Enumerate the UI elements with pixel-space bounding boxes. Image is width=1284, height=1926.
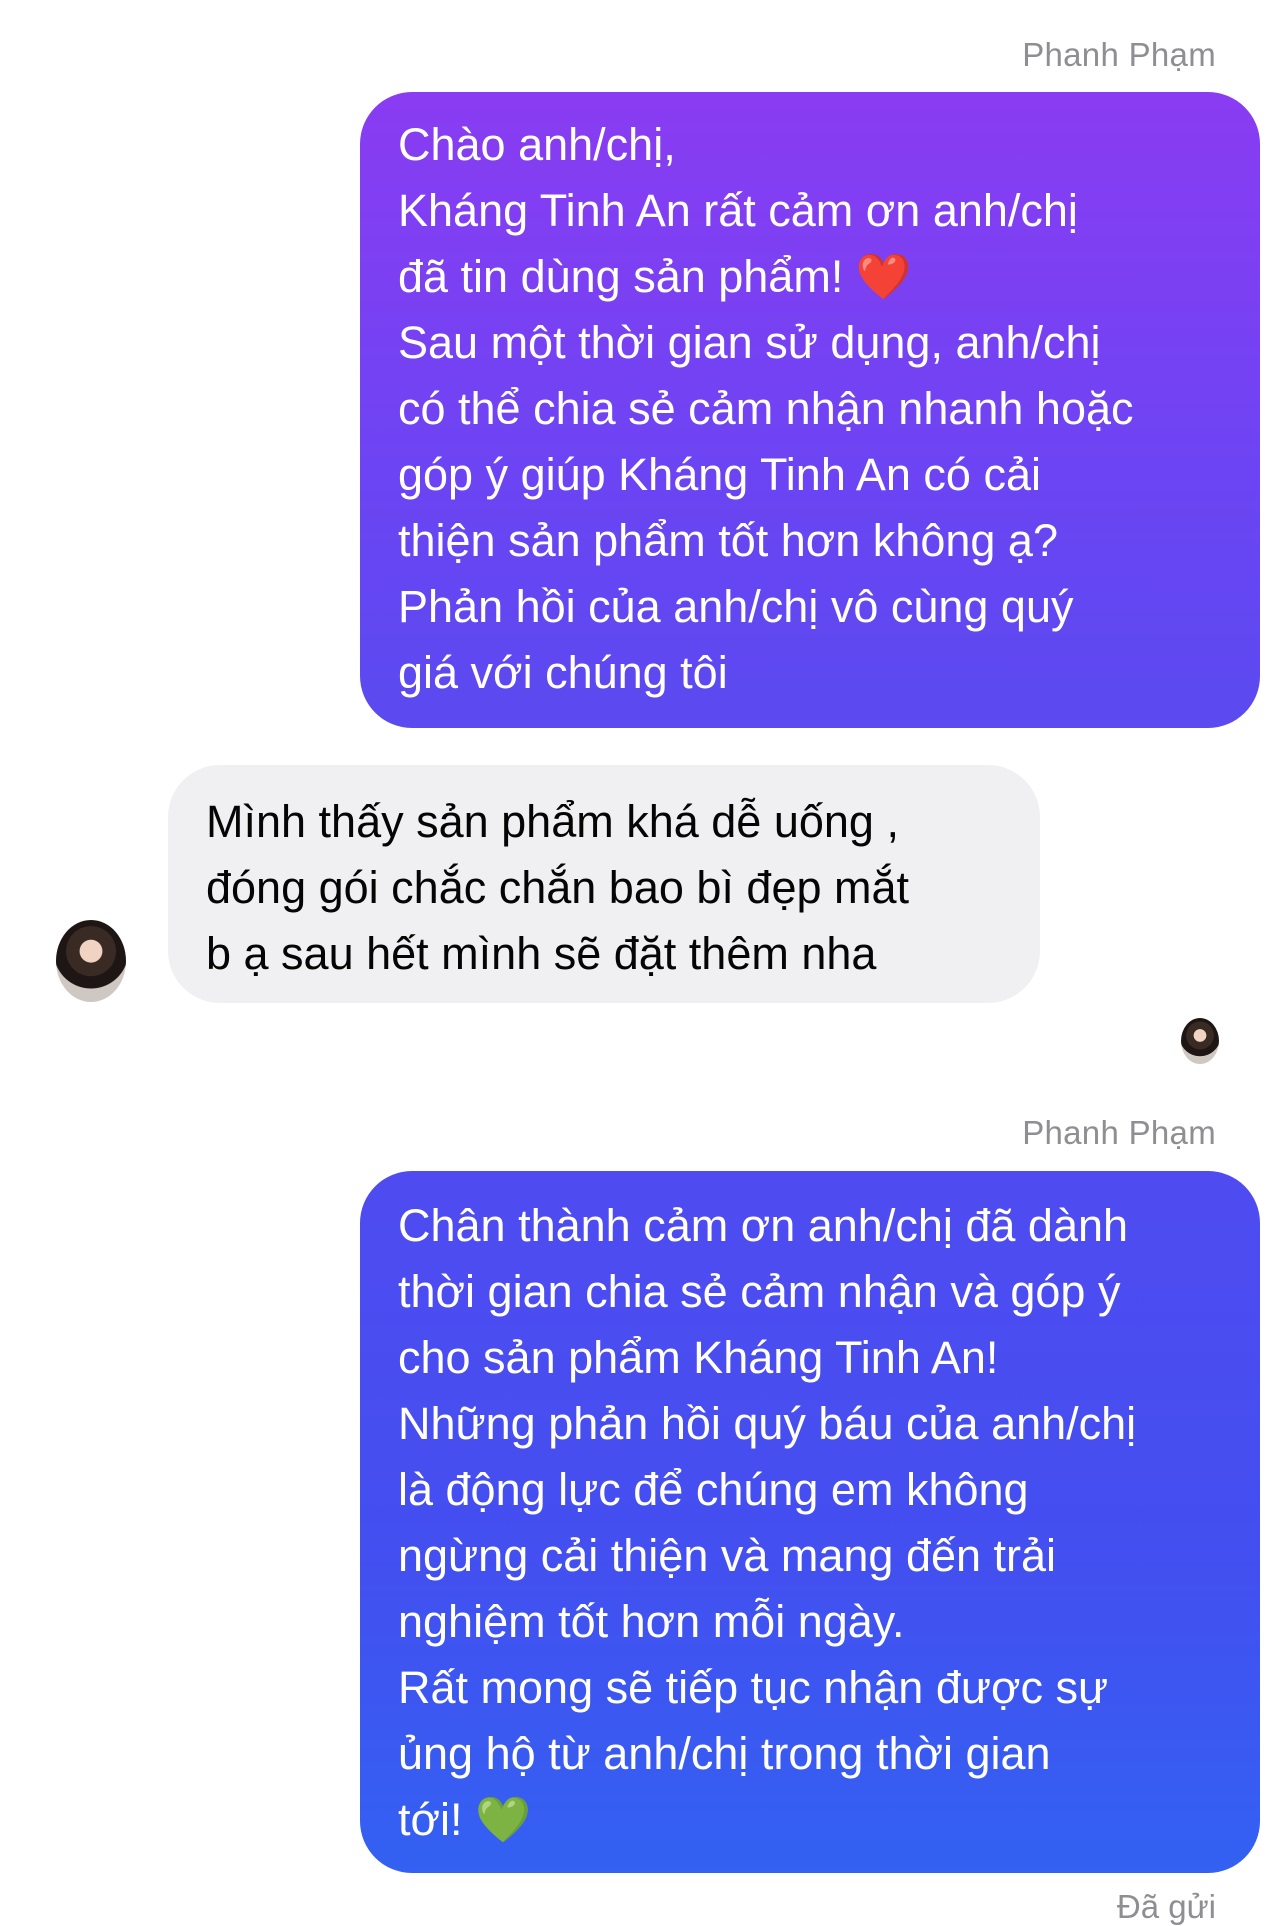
message-line: là động lực để chúng em không bbox=[398, 1464, 1029, 1515]
message-line: nghiệm tốt hơn mỗi ngày. bbox=[398, 1596, 905, 1647]
outgoing-message-bubble[interactable]: Chân thành cảm ơn anh/chị đã dành thời g… bbox=[360, 1171, 1260, 1873]
message-line: góp ý giúp Kháng Tinh An có cải bbox=[398, 449, 1041, 500]
message-line: Chào anh/chị, bbox=[398, 119, 676, 170]
contact-avatar[interactable] bbox=[56, 920, 126, 1002]
message-line: tới! 💚 bbox=[398, 1794, 532, 1845]
message-line: thiện sản phẩm tốt hơn không ạ? bbox=[398, 515, 1058, 566]
incoming-message-bubble[interactable]: Mình thấy sản phẩm khá dễ uống , đóng gó… bbox=[168, 765, 1040, 1003]
message-line: ủng hộ từ anh/chị trong thời gian bbox=[398, 1728, 1051, 1779]
message-line: b ạ sau hết mình sẽ đặt thêm nha bbox=[206, 928, 877, 979]
message-line: ngừng cải thiện và mang đến trải bbox=[398, 1530, 1057, 1581]
message-line: Kháng Tinh An rất cảm ơn anh/chị bbox=[398, 185, 1078, 236]
message-line: Những phản hồi quý báu của anh/chị bbox=[398, 1398, 1137, 1449]
message-line: Chân thành cảm ơn anh/chị đã dành bbox=[398, 1200, 1129, 1251]
message-line: giá với chúng tôi bbox=[398, 647, 728, 698]
message-line: Sau một thời gian sử dụng, anh/chị bbox=[398, 317, 1101, 368]
message-line: Phản hồi của anh/chị vô cùng quý bbox=[398, 581, 1074, 632]
outgoing-message-bubble[interactable]: Chào anh/chị, Kháng Tinh An rất cảm ơn a… bbox=[360, 92, 1260, 728]
message-line: đã tin dùng sản phẩm! ❤️ bbox=[398, 251, 912, 302]
message-line: đóng gói chắc chắn bao bì đẹp mắt bbox=[206, 862, 910, 913]
message-line: Mình thấy sản phẩm khá dễ uống , bbox=[206, 796, 899, 847]
seen-receipt-avatar bbox=[1181, 1018, 1219, 1064]
message-line: Rất mong sẽ tiếp tục nhận được sự bbox=[398, 1662, 1109, 1713]
message-status-label: Đã gửi bbox=[1116, 1888, 1216, 1925]
message-line: thời gian chia sẻ cảm nhận và góp ý bbox=[398, 1266, 1121, 1317]
message-line: cho sản phẩm Kháng Tinh An! bbox=[398, 1332, 999, 1383]
sender-name-label: Phanh Phạm bbox=[1022, 36, 1216, 73]
sender-name-label: Phanh Phạm bbox=[1022, 1114, 1216, 1151]
message-line: có thể chia sẻ cảm nhận nhanh hoặc bbox=[398, 383, 1134, 434]
